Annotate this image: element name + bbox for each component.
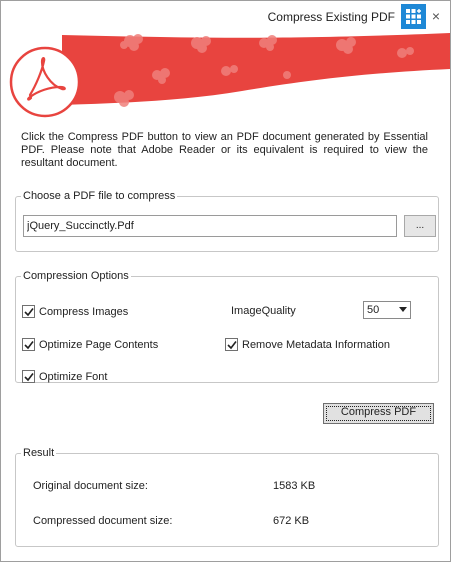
checkbox-box[interactable] bbox=[225, 338, 238, 351]
compression-options-group: Compression Options Compress Images Imag… bbox=[15, 270, 439, 383]
checkbox-box[interactable] bbox=[22, 370, 35, 383]
file-group: Choose a PDF file to compress ... bbox=[15, 190, 439, 252]
file-group-legend: Choose a PDF file to compress bbox=[23, 190, 176, 202]
optimize-page-contents-checkbox[interactable]: Optimize Page Contents bbox=[22, 338, 158, 351]
checkmark-icon bbox=[227, 341, 237, 350]
result-legend: Result bbox=[23, 447, 55, 459]
browse-button[interactable]: ... bbox=[404, 215, 436, 237]
compress-images-label: Compress Images bbox=[39, 305, 129, 318]
title-bar: Compress Existing PDF × bbox=[1, 1, 450, 31]
compressed-size-label: Compressed document size: bbox=[33, 515, 173, 527]
original-size-value: 1583 KB bbox=[273, 480, 316, 492]
window-title: Compress Existing PDF bbox=[267, 10, 395, 24]
app-grid-icon[interactable] bbox=[401, 4, 426, 29]
image-quality-label: ImageQuality bbox=[231, 305, 296, 317]
compress-pdf-button[interactable]: Compress PDF bbox=[323, 403, 434, 424]
options-legend: Compression Options bbox=[23, 270, 129, 282]
pdf-banner bbox=[2, 31, 450, 121]
optimize-font-label: Optimize Font bbox=[39, 370, 108, 383]
remove-metadata-label: Remove Metadata Information bbox=[242, 338, 390, 351]
original-size-label: Original document size: bbox=[33, 480, 148, 492]
compress-pdf-window: Compress Existing PDF × Click the Compre… bbox=[0, 0, 451, 562]
checkmark-icon bbox=[24, 341, 34, 350]
checkbox-box[interactable] bbox=[22, 305, 35, 318]
remove-metadata-checkbox[interactable]: Remove Metadata Information bbox=[225, 338, 390, 351]
result-group: Result Original document size: 1583 KB C… bbox=[15, 447, 439, 547]
compress-images-checkbox[interactable]: Compress Images bbox=[22, 305, 128, 318]
compressed-size-value: 672 KB bbox=[273, 515, 310, 527]
optimize-font-checkbox[interactable]: Optimize Font bbox=[22, 370, 107, 383]
file-path-input[interactable] bbox=[23, 215, 397, 237]
close-button[interactable]: × bbox=[429, 8, 443, 24]
optimize-page-contents-label: Optimize Page Contents bbox=[39, 338, 159, 351]
checkmark-icon bbox=[24, 373, 34, 382]
checkbox-box[interactable] bbox=[22, 338, 35, 351]
image-quality-select[interactable]: 50 bbox=[363, 301, 411, 319]
chevron-down-icon[interactable] bbox=[399, 307, 407, 312]
description-text: Click the Compress PDF button to view an… bbox=[21, 131, 428, 169]
image-quality-value: 50 bbox=[367, 304, 380, 316]
checkmark-icon bbox=[24, 308, 34, 317]
